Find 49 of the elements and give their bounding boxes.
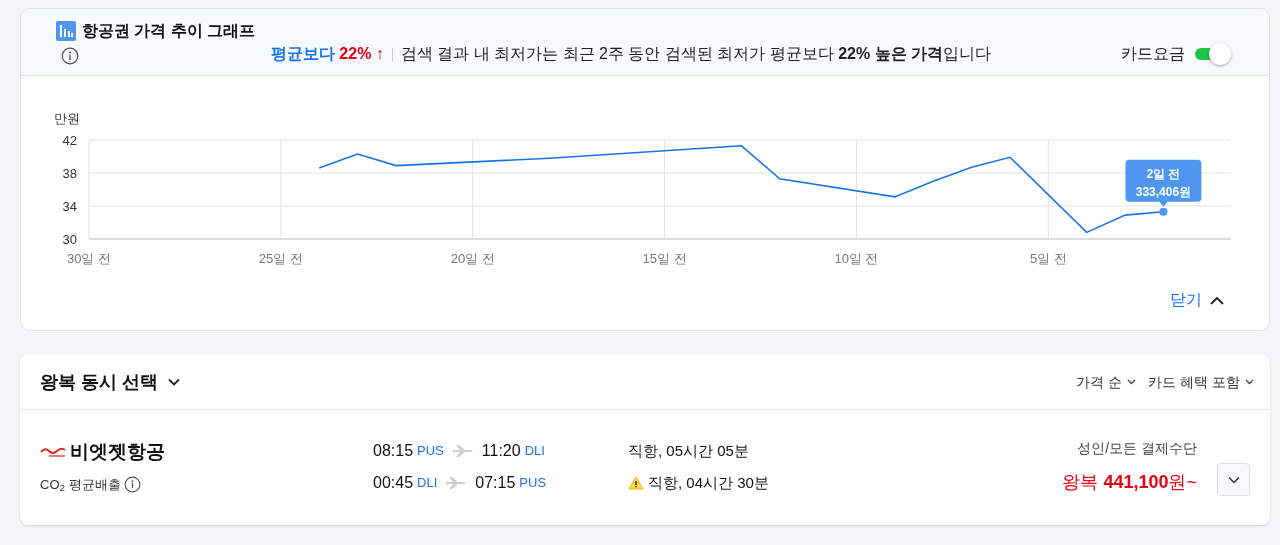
x-tick-label: 30일 전 (66, 251, 112, 266)
above-average-label: 평균보다 22% ↑ (271, 44, 384, 64)
annotation: 2일 전 333,406원 (1135, 166, 1192, 199)
collapse-button[interactable]: 닫기 (1170, 288, 1224, 312)
card-fare-label: 카드요금 (1121, 44, 1185, 64)
round-trip-dropdown[interactable]: 왕복 동시 선택 (40, 368, 180, 396)
airplane-icon (451, 445, 474, 457)
arrival-time: 07:15 (475, 473, 516, 493)
chevron-down-icon (168, 378, 180, 386)
y-tick-label: 42 (62, 133, 77, 148)
chevron-down-icon (1127, 379, 1137, 385)
sort-dropdown[interactable]: 가격 순 (1076, 371, 1137, 393)
x-tick-label: 10일 전 (834, 251, 879, 266)
x-tick-label: 5일 전 (1029, 251, 1067, 266)
x-tick-label: 25일 전 (258, 251, 303, 266)
info-icon (61, 47, 79, 65)
airline-logo-icon (40, 446, 66, 459)
axis-unit-label: 만원 (54, 111, 80, 126)
info-icon (123, 475, 141, 493)
x-tick-label: 20일 전 (450, 251, 495, 266)
price-summary: 검색 결과 내 최저가는 최근 2주 동안 검색된 최저가 평균보다 22% 높은 가격입니다 (400, 44, 992, 64)
price: 왕복 441,100원~ (1062, 471, 1197, 494)
data-point (1159, 207, 1168, 216)
bar-chart-icon (56, 21, 76, 41)
chevron-down-icon (1245, 379, 1254, 385)
card-fare-toggle[interactable] (1195, 43, 1231, 65)
airport-code: DLI (417, 474, 438, 493)
chevron-down-icon (1227, 475, 1240, 484)
chevron-up-icon (1210, 295, 1224, 305)
airport-code: PUS (519, 474, 547, 493)
flight-duration: 직항, 04시간 30분 (648, 472, 769, 493)
co2-label: CO$_{2}$ 평균배출 (40, 475, 121, 494)
airport-code: PUS (417, 442, 444, 461)
fare-label: 성인/모든 결제수단 (1077, 439, 1197, 458)
flight-duration: 직항, 05시간 05분 (628, 440, 749, 461)
airport-code: DLI (524, 442, 545, 461)
x-tick-label: 15일 전 (642, 251, 687, 266)
airplane-icon (445, 477, 468, 489)
departure-time: 08:15 (373, 441, 414, 461)
y-tick-label: 38 (62, 166, 77, 181)
sort-dropdown[interactable]: 카드 혜택 포함 (1148, 371, 1254, 393)
chart-title: 항공권 가격 추이 그래프 (82, 21, 256, 41)
departure-time: 00:45 (373, 473, 414, 493)
y-tick-label: 34 (62, 199, 77, 214)
y-tick-label: 30 (62, 232, 77, 247)
price-tooltip: 2일 전 333,406원 (1125, 159, 1202, 207)
arrival-time: 11:20 (481, 441, 521, 461)
expand-button[interactable] (1217, 463, 1250, 496)
airline-name: 비엣젯항공 (70, 440, 165, 464)
